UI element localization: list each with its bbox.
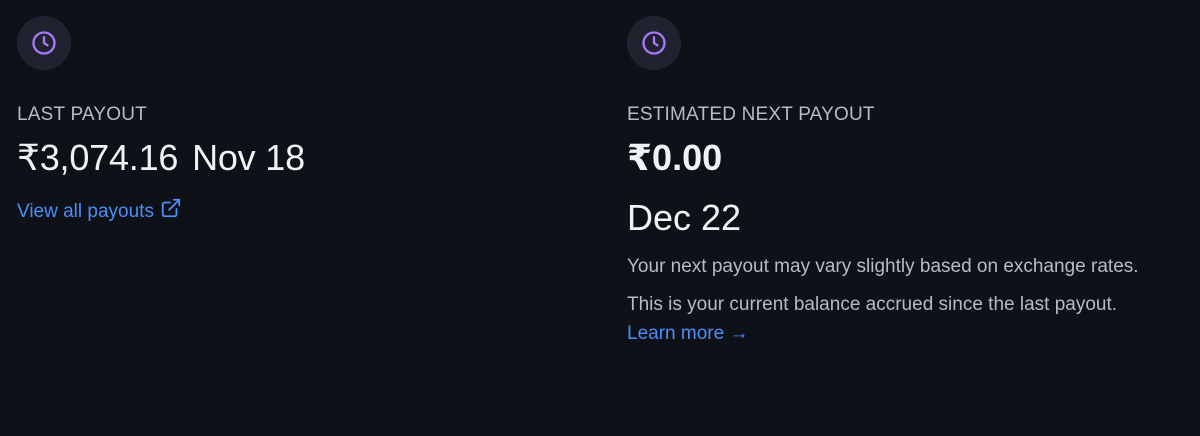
learn-more-link[interactable]: Learn more → xyxy=(627,322,748,346)
next-payout-date: Dec 22 xyxy=(627,197,742,238)
next-payout-label: ESTIMATED NEXT PAYOUT xyxy=(627,104,875,125)
last-payout-amount-row: ₹3,074.16 Nov 18 xyxy=(17,136,577,180)
last-payout-label: LAST PAYOUT xyxy=(17,104,147,125)
exchange-rate-note: Your next payout may vary slightly based… xyxy=(627,256,1139,277)
view-all-payouts-label: View all payouts xyxy=(17,200,154,222)
view-all-payouts-link[interactable]: View all payouts xyxy=(17,197,182,226)
clock-icon xyxy=(627,16,681,70)
last-payout-card: LAST PAYOUT ₹3,074.16 Nov 18 View all pa… xyxy=(17,16,577,226)
next-payout-card: ESTIMATED NEXT PAYOUT ₹0.00 Dec 22 Your … xyxy=(627,16,1187,346)
next-payout-amount: ₹0.00 xyxy=(627,137,723,178)
learn-more-label: Learn more → xyxy=(627,323,749,344)
last-payout-amount: ₹3,074.16 xyxy=(17,137,179,178)
clock-icon xyxy=(17,16,71,70)
balance-note: This is your current balance accrued sin… xyxy=(627,294,1118,315)
external-link-icon xyxy=(160,197,182,226)
last-payout-date: Nov 18 xyxy=(192,137,305,178)
